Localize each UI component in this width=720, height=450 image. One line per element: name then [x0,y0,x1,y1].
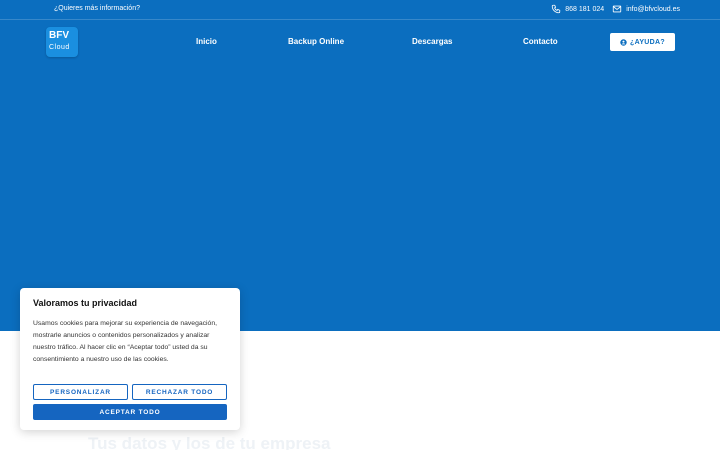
user-icon [620,38,627,46]
email-link[interactable]: info@bfvcloud.es [612,4,680,14]
cookie-banner: Valoramos tu privacidad Usamos cookies p… [20,288,240,430]
cookie-title: Valoramos tu privacidad [33,298,138,308]
nav-item-inicio[interactable]: Inicio [196,37,217,46]
contact-info: 868 181 024 info@bfvcloud.es [551,4,680,14]
phone-icon [552,4,561,14]
cookie-button-row: PERSONALIZAR RECHAZAR TODO [33,384,227,400]
help-button-label: ¿AYUDA? [630,38,665,46]
nav-item-backup-online[interactable]: Backup Online [288,37,344,46]
nav-item-descargas[interactable]: Descargas [412,37,452,46]
nav-item-contacto[interactable]: Contacto [523,37,558,46]
cookie-body: Usamos cookies para mejorar su experienc… [33,320,217,363]
section-heading: Tus datos y los de tu empresa [88,434,331,450]
phone-link[interactable]: 868 181 024 [551,4,604,14]
phone-number: 868 181 024 [565,5,605,13]
top-bar: ¿Quieres más información? 868 181 024 in… [0,0,720,20]
email-address: info@bfvcloud.es [626,5,680,13]
mail-icon [613,5,622,13]
help-button[interactable]: ¿AYUDA? [610,33,675,51]
accept-all-button[interactable]: ACEPTAR TODO [33,404,227,420]
info-link[interactable]: ¿Quieres más información? [54,5,140,12]
customize-button[interactable]: PERSONALIZAR [33,384,128,400]
reject-all-button[interactable]: RECHAZAR TODO [132,384,227,400]
